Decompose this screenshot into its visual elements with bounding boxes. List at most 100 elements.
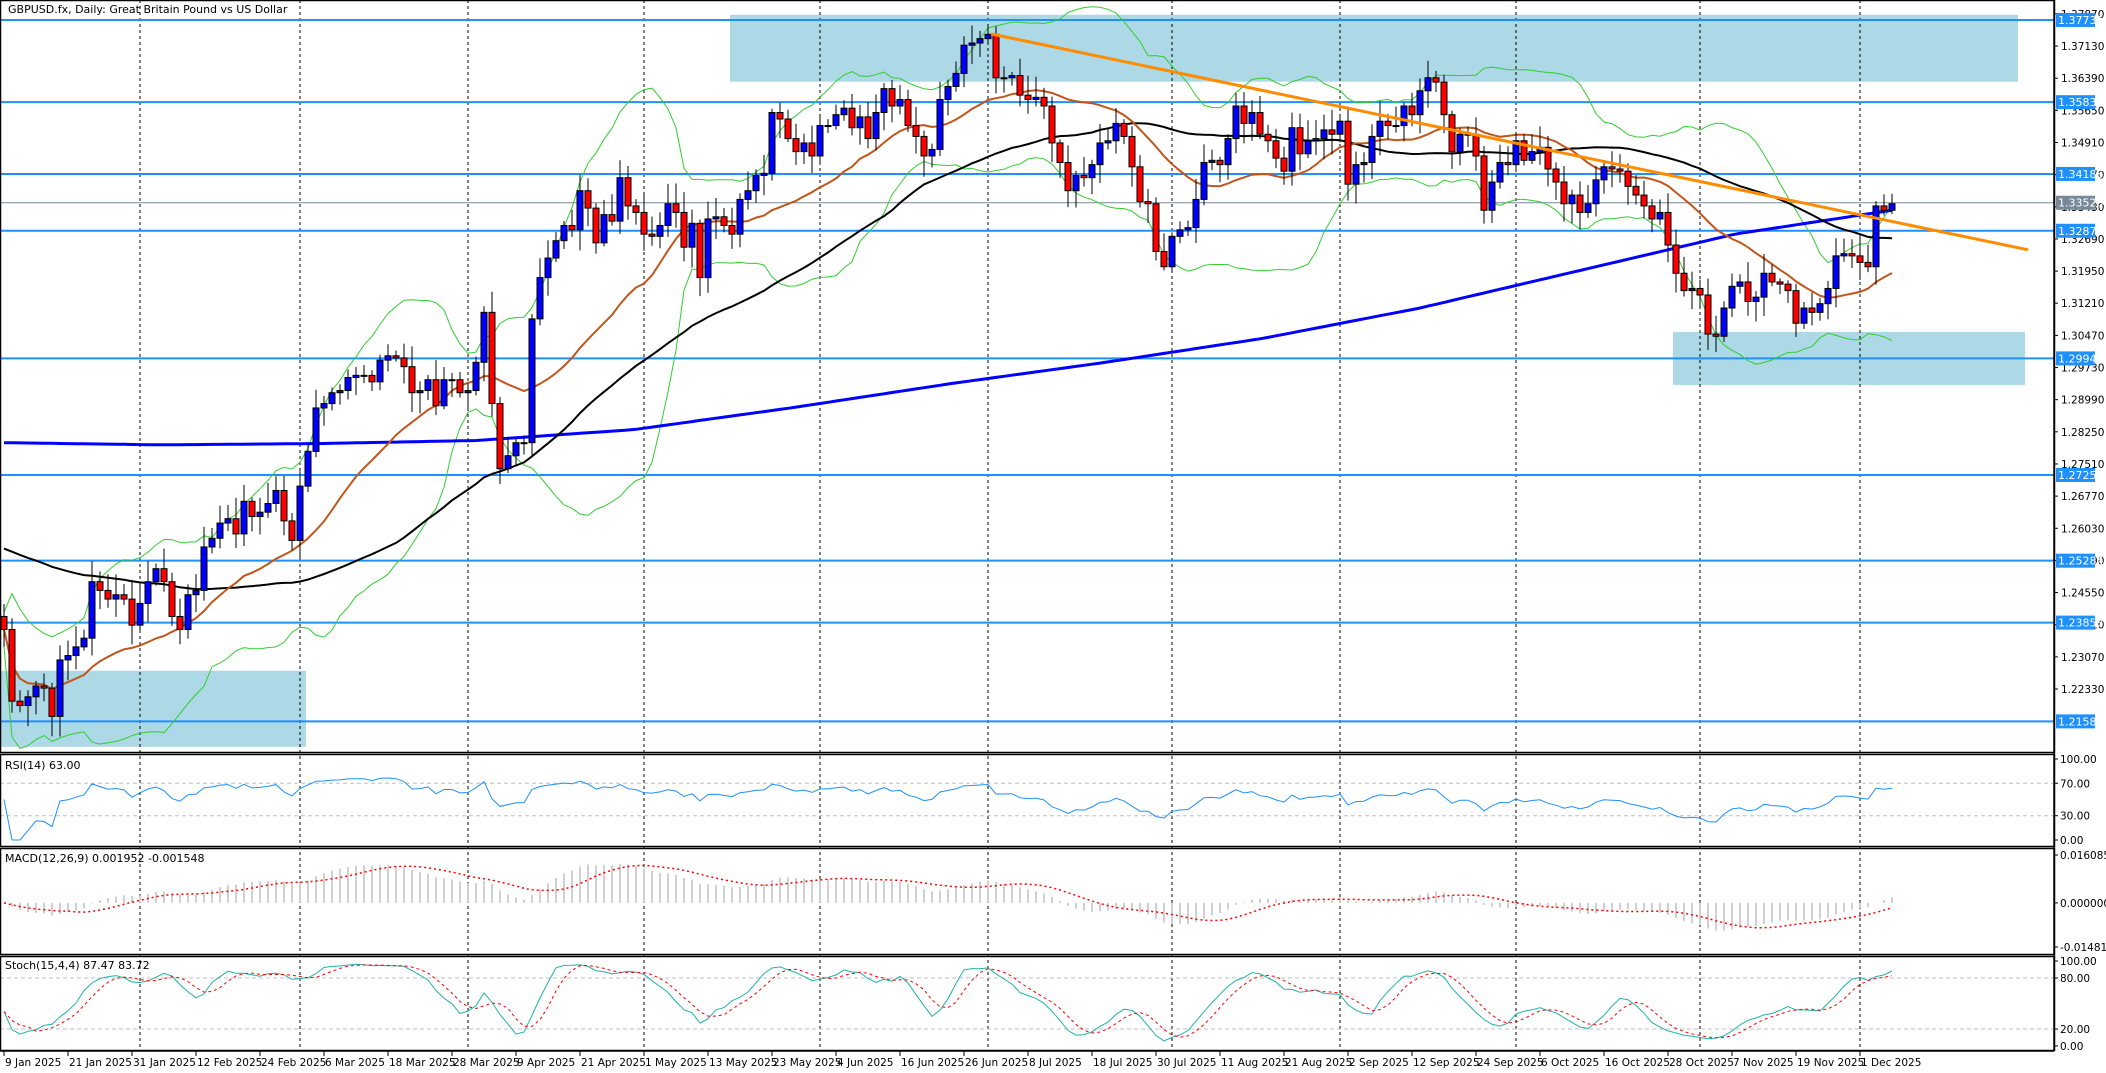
candle-body bbox=[624, 177, 632, 207]
candle-body bbox=[864, 116, 872, 140]
candle-body bbox=[592, 207, 600, 244]
trading-chart[interactable]: 100.00 70.00 30.00 0.00 0.016085 0.000000 -0.… bbox=[0, 0, 2106, 1073]
candle-body bbox=[576, 190, 584, 231]
indicator-tick-label: 0.00 bbox=[2060, 1041, 2083, 1053]
candle-body bbox=[848, 107, 856, 129]
candle-body bbox=[1384, 120, 1392, 127]
price-tick-label: 1.23070 bbox=[2061, 652, 2104, 664]
candle-body bbox=[152, 568, 160, 583]
time-tick-label: 26 Jun 2025 bbox=[965, 1057, 1028, 1069]
level-price-label: 1.35838 bbox=[2058, 96, 2104, 109]
candle-body bbox=[456, 379, 464, 394]
price-tick-label: 1.24550 bbox=[2061, 588, 2104, 600]
candle-body bbox=[1440, 81, 1448, 116]
candle-body bbox=[1672, 244, 1680, 274]
candle-body bbox=[1328, 129, 1336, 135]
price-tick-label: 1.26030 bbox=[2061, 523, 2104, 535]
candle-body bbox=[120, 594, 128, 600]
candle-body bbox=[1760, 272, 1768, 298]
candle[interactable] bbox=[1168, 232, 1176, 271]
price-tick-label: 1.36390 bbox=[2061, 73, 2104, 85]
candle-body bbox=[1248, 112, 1256, 124]
time-tick-label: 8 Jul 2025 bbox=[1029, 1057, 1082, 1069]
candle-body bbox=[72, 646, 80, 657]
candle-body bbox=[1424, 77, 1432, 92]
candle-body bbox=[992, 33, 1000, 79]
candle-body bbox=[488, 311, 496, 405]
candle-body bbox=[1608, 166, 1616, 170]
candle-body bbox=[720, 216, 728, 226]
candle-body bbox=[1696, 287, 1704, 296]
candle-body bbox=[472, 361, 480, 392]
candle-body bbox=[600, 214, 608, 244]
price-tick-label: 1.28250 bbox=[2061, 427, 2104, 439]
level-price-label: 1.25284 bbox=[2058, 555, 2104, 568]
candle-body bbox=[240, 500, 248, 535]
candle-body bbox=[512, 442, 520, 457]
candle-body bbox=[1064, 161, 1072, 192]
candle-body bbox=[1200, 161, 1208, 200]
candle-body bbox=[1504, 161, 1512, 166]
candle-body bbox=[1120, 122, 1128, 137]
candle-body bbox=[1664, 211, 1672, 246]
candle[interactable] bbox=[768, 108, 776, 181]
chart-title: GBPUSD.fx, Daily: Great Britain Pound vs… bbox=[8, 3, 288, 16]
candle-body bbox=[1584, 203, 1592, 213]
candle-body bbox=[1352, 164, 1360, 185]
indicator-tick-label: 100.00 bbox=[2060, 956, 2097, 968]
time-tick-label: 23 May 2025 bbox=[773, 1057, 841, 1069]
candle-body bbox=[464, 390, 472, 394]
candle-body bbox=[1800, 307, 1808, 324]
candle-body bbox=[608, 214, 616, 222]
candle-body bbox=[1048, 105, 1056, 144]
candle-body bbox=[112, 594, 120, 600]
time-tick-label: 19 Nov 2025 bbox=[1797, 1057, 1864, 1069]
candle-body bbox=[32, 685, 40, 698]
candle-body bbox=[1312, 138, 1320, 142]
candle-body bbox=[544, 257, 552, 279]
time-tick-label: 21 Apr 2025 bbox=[581, 1057, 646, 1069]
candle-body bbox=[80, 637, 88, 648]
candle-body bbox=[320, 403, 328, 409]
candle-body bbox=[432, 379, 440, 407]
candle-body bbox=[704, 218, 712, 279]
candle-body bbox=[1704, 294, 1712, 335]
candle-body bbox=[1088, 164, 1096, 179]
candle-body bbox=[1264, 133, 1272, 142]
time-tick-label: 4 Jun 2025 bbox=[837, 1057, 893, 1069]
candle-body bbox=[352, 374, 360, 379]
candle-body bbox=[1448, 114, 1456, 153]
candle[interactable] bbox=[528, 313, 536, 456]
candle-body bbox=[1232, 105, 1240, 140]
candle-body bbox=[1288, 127, 1296, 172]
candle-body bbox=[968, 42, 976, 46]
candle-body bbox=[496, 403, 504, 470]
candle-body bbox=[160, 568, 168, 583]
time-tick-label: 24 Sep 2025 bbox=[1477, 1057, 1544, 1069]
candle-body bbox=[1752, 296, 1760, 302]
candle-body bbox=[536, 277, 544, 320]
candle[interactable] bbox=[472, 356, 480, 396]
candle-body bbox=[1768, 272, 1776, 283]
candle-body bbox=[1256, 112, 1264, 135]
candle-body bbox=[128, 598, 136, 626]
candle-body bbox=[552, 240, 560, 259]
candle-body bbox=[1208, 159, 1216, 163]
time-tick-label: 18 Jul 2025 bbox=[1093, 1057, 1152, 1069]
candle-body bbox=[1856, 255, 1864, 263]
candle-body bbox=[616, 177, 624, 222]
candle[interactable] bbox=[1152, 197, 1160, 261]
price-tick-label: 1.30470 bbox=[2061, 330, 2104, 342]
candle-body bbox=[392, 355, 400, 359]
candle[interactable] bbox=[8, 618, 16, 713]
candle-body bbox=[232, 518, 240, 535]
candle-body bbox=[760, 172, 768, 177]
candle-body bbox=[1600, 166, 1608, 181]
candle-body bbox=[696, 222, 704, 279]
candle-body bbox=[312, 407, 320, 452]
candle-body bbox=[1008, 75, 1016, 79]
candle-body bbox=[1416, 90, 1424, 116]
candle-body bbox=[1096, 142, 1104, 166]
candle-body bbox=[1680, 272, 1688, 292]
candle-body bbox=[888, 88, 896, 107]
